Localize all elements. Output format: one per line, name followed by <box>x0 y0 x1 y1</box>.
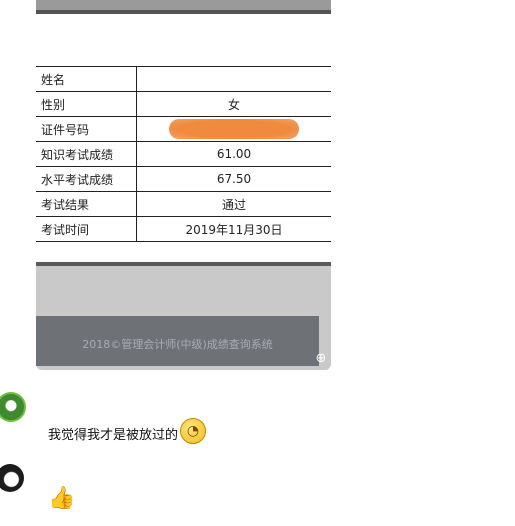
result-table: 姓名 性别 女 证件号码 知识考试成绩 61.00 水平考试成绩 67.50 考… <box>36 66 331 242</box>
table-row: 考试时间 2019年11月30日 <box>36 216 331 242</box>
row-value <box>136 116 331 142</box>
redaction-mark <box>169 119 299 139</box>
shared-screenshot[interactable]: 姓名 性别 女 证件号码 知识考试成绩 61.00 水平考试成绩 67.50 考… <box>36 0 331 370</box>
row-label: 性别 <box>36 91 137 117</box>
avatar[interactable] <box>0 464 24 492</box>
row-label: 知识考试成绩 <box>36 141 137 167</box>
table-row: 水平考试成绩 67.50 <box>36 166 331 192</box>
surprised-emoji-icon: ◔ <box>180 418 206 444</box>
screenshot-topline <box>36 10 331 14</box>
row-value: 2019年11月30日 <box>136 216 331 242</box>
row-label: 水平考试成绩 <box>36 166 137 192</box>
table-row: 证件号码 <box>36 116 331 142</box>
footer-text: 2018©管理会计师(中级)成绩查询系统 <box>82 338 273 351</box>
avatar[interactable] <box>0 392 26 422</box>
row-label: 证件号码 <box>36 116 137 142</box>
chat-message: 我觉得我才是被放过的 <box>48 428 179 443</box>
table-row: 考试结果 通过 <box>36 191 331 217</box>
row-value: 67.50 <box>136 166 331 192</box>
row-label: 考试时间 <box>36 216 137 242</box>
row-value: 通过 <box>136 191 331 217</box>
footer-bar: 2018©管理会计师(中级)成绩查询系统 <box>36 316 319 366</box>
table-row: 性别 女 <box>36 91 331 117</box>
row-value: 女 <box>136 91 331 117</box>
row-value: 61.00 <box>136 141 331 167</box>
thumbs-up-icon: 👍 <box>48 486 76 511</box>
table-row: 姓名 <box>36 66 331 92</box>
row-label: 考试结果 <box>36 191 137 217</box>
table-row: 知识考试成绩 61.00 <box>36 141 331 167</box>
zoom-icon[interactable]: ⊕ <box>313 351 329 367</box>
screenshot-topbar <box>36 0 331 10</box>
row-label: 姓名 <box>36 66 137 92</box>
row-value <box>136 66 331 92</box>
